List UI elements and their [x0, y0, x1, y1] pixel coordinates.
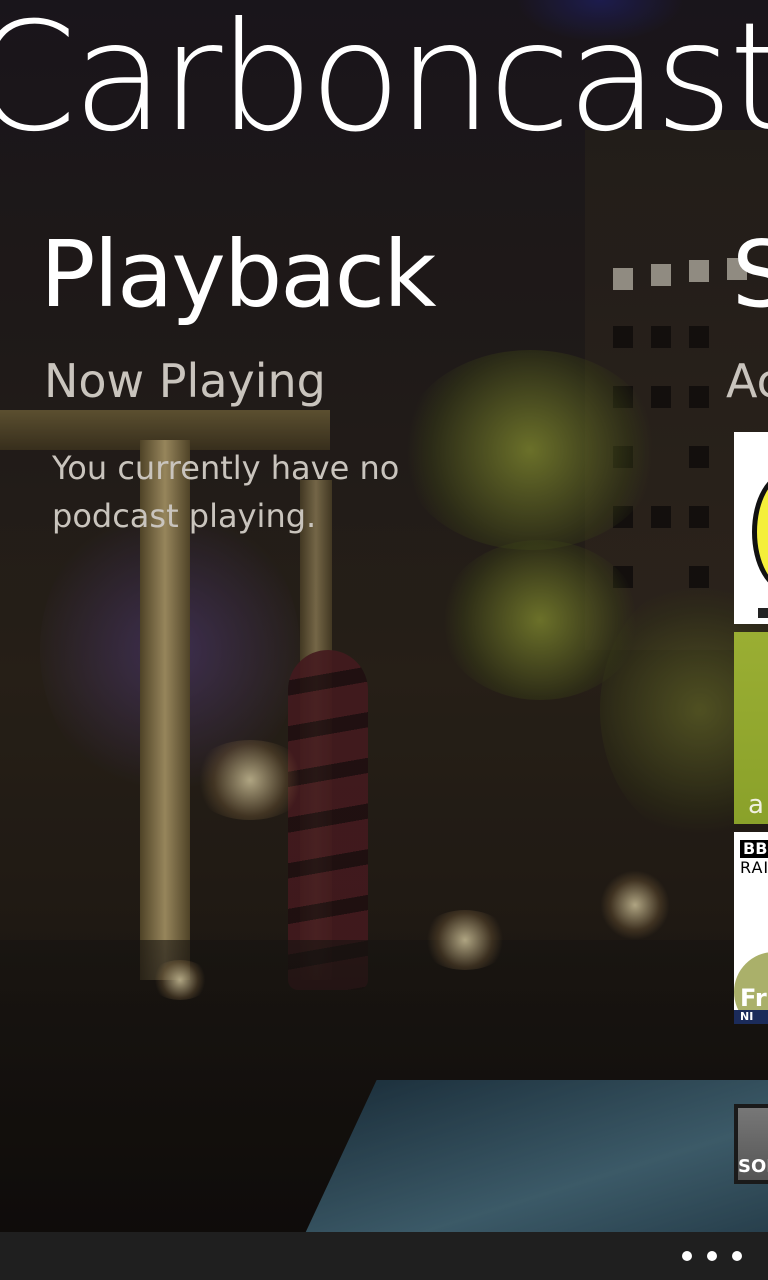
background-image — [0, 0, 768, 1232]
podcast-art-yellow-circle-icon — [752, 472, 768, 592]
podcast-tile-3[interactable]: BBC RAI Fri NI — [734, 832, 768, 1024]
podcast-tile-3-label: RAI — [740, 858, 768, 877]
podcast-tile-2[interactable]: a — [734, 632, 768, 824]
now-playing-title: Now Playing — [44, 354, 326, 408]
podcast-tile-3-subtitle: Fri — [740, 984, 768, 1012]
app-bar — [0, 1232, 768, 1280]
no-podcast-message: You currently have no podcast playing. — [52, 449, 400, 535]
bbc-logo: BBC — [740, 840, 768, 858]
podcast-tile-4[interactable]: SOM — [734, 1104, 768, 1184]
app-title: Carboncast — [0, 0, 768, 165]
podcast-tile-2-label: a — [748, 790, 764, 820]
next-section-title: Ac — [726, 354, 768, 408]
podcast-tile-1[interactable] — [734, 432, 768, 624]
pivot-header-next[interactable]: S — [732, 222, 768, 328]
ellipsis-icon[interactable] — [682, 1240, 742, 1272]
podcast-tile-3-strip: NI — [734, 1010, 768, 1024]
screen: Carboncast Playback S Now Playing You cu… — [0, 0, 768, 1280]
pivot-header-playback[interactable]: Playback — [40, 222, 436, 328]
podcast-tile-4-label: SOM — [738, 1156, 768, 1177]
